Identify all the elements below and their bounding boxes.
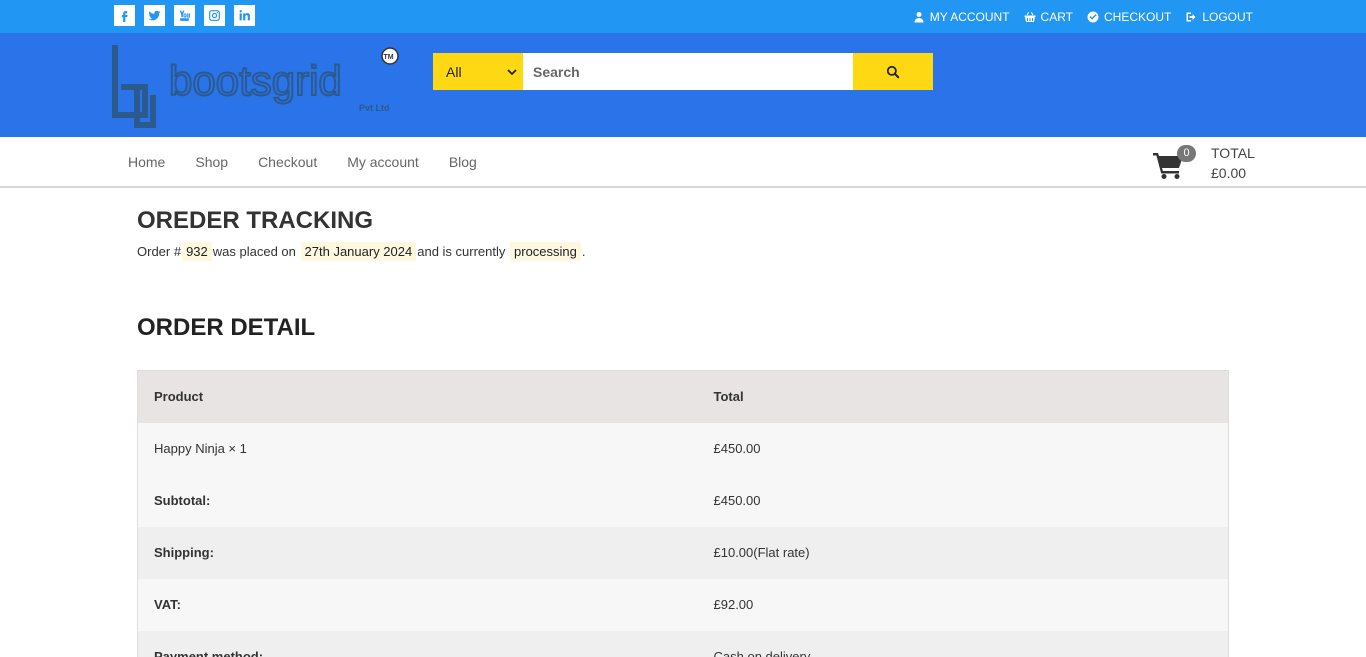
shipping-value: £10.00(Flat rate) [697, 526, 1229, 579]
order-status-line: Order # 932 was placed on 27th January 2… [137, 242, 586, 261]
table-row: Subtotal: £450.00 [137, 474, 1229, 527]
instagram-link[interactable] [204, 5, 225, 26]
payment-method-value: Cash on delivery [697, 630, 1229, 657]
order-detail-table: Product Total Happy Ninja × 1 £450.00 Su… [137, 370, 1229, 657]
search-bar: All [433, 53, 933, 90]
page-title: OREDER TRACKING [137, 207, 374, 234]
category-select[interactable]: All [433, 53, 523, 90]
facebook-link[interactable] [114, 5, 135, 26]
table-row: Payment method: Cash on delivery [137, 630, 1229, 657]
cart-total-value: £0.00 [1211, 165, 1247, 181]
cart-total-label: TOTAL [1211, 145, 1255, 161]
twitter-link[interactable] [144, 5, 165, 26]
site-header: bootsgrid Pvt Ltd TM All [0, 33, 1366, 137]
period: . [581, 244, 586, 259]
twitter-icon [148, 10, 161, 21]
subtotal-value: £450.00 [697, 474, 1229, 527]
order-prefix: Order # [137, 244, 182, 259]
instagram-icon [209, 10, 220, 21]
vat-value: £92.00 [697, 578, 1229, 631]
checkout-link[interactable]: CHECKOUT [1087, 10, 1171, 24]
basket-icon [1024, 11, 1036, 22]
nav-shop[interactable]: Shop [195, 154, 228, 170]
table-row: Happy Ninja × 1 £450.00 [137, 422, 1229, 475]
order-date: 27th January 2024 [300, 242, 417, 261]
table-row: Shipping: £10.00(Flat rate) [137, 526, 1229, 579]
payment-method-label: Payment method: [137, 630, 698, 657]
product-name: Happy Ninja × 1 [137, 422, 698, 475]
youtube-icon [179, 10, 190, 21]
placed-text: was placed on [212, 244, 296, 259]
nav-home[interactable]: Home [128, 154, 165, 170]
cart-total: TOTAL £0.00 [1211, 143, 1255, 183]
column-header-product: Product [137, 370, 698, 423]
cart-count-badge: 0 [1177, 145, 1196, 162]
subtotal-label: Subtotal: [137, 474, 698, 527]
svg-text:bootsgrid: bootsgrid [169, 57, 342, 104]
vat-label: VAT: [137, 578, 698, 631]
table-header-row: Product Total [137, 370, 1229, 423]
nav-my-account[interactable]: My account [347, 154, 419, 170]
table-row: VAT: £92.00 [137, 578, 1229, 631]
nav-checkout[interactable]: Checkout [258, 154, 317, 170]
cart-link[interactable]: CART [1024, 10, 1073, 24]
order-number: 932 [182, 242, 212, 261]
logout-icon [1186, 12, 1196, 21]
linkedin-link[interactable] [234, 5, 255, 26]
shipping-label: Shipping: [137, 526, 698, 579]
my-account-link[interactable]: MY ACCOUNT [913, 10, 1010, 24]
svg-text:Pvt Ltd: Pvt Ltd [359, 103, 390, 113]
top-bar: MY ACCOUNT CART CHECKOUT LOGOUT [0, 0, 1366, 33]
svg-text:TM: TM [384, 54, 394, 61]
account-links: MY ACCOUNT CART CHECKOUT LOGOUT [913, 0, 1253, 33]
product-total: £450.00 [697, 422, 1229, 475]
column-header-total: Total [697, 370, 1229, 423]
status-text: and is currently [417, 244, 506, 259]
bootsgrid-logo[interactable]: bootsgrid Pvt Ltd TM [111, 43, 401, 129]
linkedin-icon [239, 10, 250, 21]
search-button[interactable] [853, 53, 933, 90]
mini-cart-button[interactable]: 0 [1153, 145, 1198, 181]
nav-blog[interactable]: Blog [449, 154, 477, 170]
social-links [114, 5, 255, 26]
main-nav: Home Shop Checkout My account Blog 0 TOT… [0, 137, 1366, 188]
order-detail-title: ORDER DETAIL [137, 314, 316, 341]
order-status: processing [510, 242, 581, 261]
check-circle-icon [1087, 11, 1099, 22]
search-input[interactable] [523, 53, 853, 90]
youtube-link[interactable] [174, 5, 195, 26]
menu: Home Shop Checkout My account Blog [128, 137, 477, 186]
chevron-down-icon [507, 68, 517, 75]
facebook-icon [121, 11, 128, 22]
logout-link[interactable]: LOGOUT [1185, 10, 1253, 24]
search-icon [886, 65, 900, 78]
user-icon [914, 11, 924, 22]
